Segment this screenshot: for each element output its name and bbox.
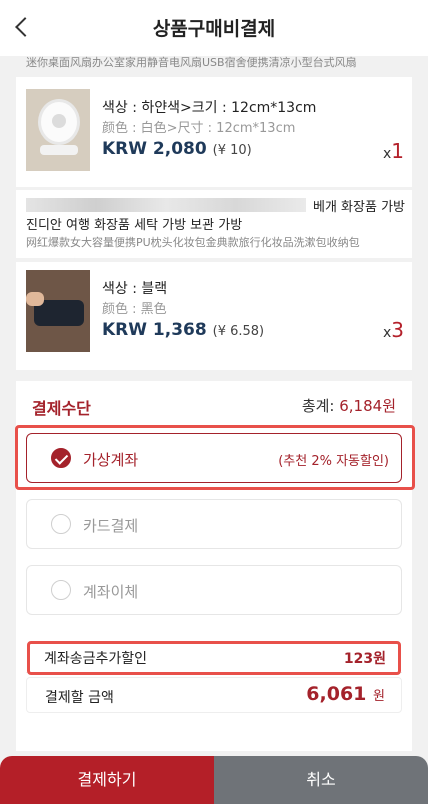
final-amount-value: 6,061 원	[306, 683, 385, 705]
method-label: 가상계좌	[83, 451, 139, 469]
method-card[interactable]: 카드결제	[26, 499, 402, 549]
transfer-discount-row: 계좌송금추가할인 123원	[26, 639, 402, 673]
blurred-title	[26, 198, 306, 212]
product-title-cn: 网红爆款女大容量便携PU枕头化妆包金典款旅行化妆品洗漱包收纳包	[26, 236, 360, 249]
product-thumbnail[interactable]	[26, 270, 90, 352]
radio-icon[interactable]	[51, 580, 71, 600]
option-cn: 颜色 : 白色>尺寸 : 12cm*13cm	[102, 121, 296, 136]
product-title-kr: 진디안 여행 화장품 세탁 가방 보관 가방	[26, 218, 243, 233]
payment-method-title: 결제수단	[32, 399, 91, 418]
item-price: KRW 1,368 (¥ 6.58)	[102, 320, 265, 340]
order-item[interactable]: 색상 : 하얀색>크기 : 12cm*13cm 颜色 : 白色>尺寸 : 12c…	[16, 77, 412, 187]
method-note: (추천 2% 자동할인)	[278, 454, 389, 469]
pay-button[interactable]: 결제하기	[0, 756, 214, 804]
option-kr: 색상 : 하얀색>크기 : 12cm*13cm	[102, 100, 317, 116]
fan-image	[38, 99, 80, 145]
product-title-cn: 迷你桌面风扇办公室家用静音电风扇USB宿舍便携清凉小型台式风扇	[26, 56, 357, 69]
discount-label: 계좌송금추가할인	[44, 651, 148, 667]
page-title: 상품구매비결제	[152, 18, 276, 40]
final-amount-row: 결제할 금액 6,061 원	[26, 677, 402, 713]
total-amount: 총계: 6,184원	[301, 397, 396, 415]
method-bank-transfer[interactable]: 계좌이체	[26, 565, 402, 615]
payment-panel: 결제수단 총계: 6,184원 가상계좌 (추천 2% 자동할인) 카드결제 계…	[16, 381, 412, 751]
product-title-block: 베개 화장품 가방 진디안 여행 화장품 세탁 가방 보관 가방 网红爆款女大容…	[16, 190, 412, 258]
header-bar: 상품구매비결제	[0, 0, 428, 56]
order-item[interactable]: 색상 : 블랙 颜色 : 黑色 KRW 1,368 (¥ 6.58) x3	[16, 262, 412, 370]
method-virtual-account[interactable]: 가상계좌 (추천 2% 자동할인)	[26, 433, 402, 483]
cancel-button[interactable]: 취소	[214, 756, 428, 804]
bottom-action-bar: 결제하기 취소	[0, 756, 428, 804]
method-label: 계좌이체	[83, 583, 139, 601]
radio-checked-icon[interactable]	[51, 448, 71, 468]
final-amount-label: 결제할 금액	[45, 690, 114, 706]
method-label: 카드결제	[83, 517, 139, 535]
discount-value: 123원	[343, 651, 386, 667]
option-kr: 색상 : 블랙	[102, 281, 168, 297]
product-thumbnail[interactable]	[26, 89, 90, 171]
product-title-tail: 베개 화장품 가방	[313, 200, 405, 215]
radio-icon[interactable]	[51, 514, 71, 534]
item-quantity: x3	[382, 318, 404, 342]
item-quantity: x1	[382, 139, 404, 163]
option-cn: 颜色 : 黑色	[102, 302, 167, 317]
item-price: KRW 2,080 (¥ 10)	[102, 139, 252, 159]
